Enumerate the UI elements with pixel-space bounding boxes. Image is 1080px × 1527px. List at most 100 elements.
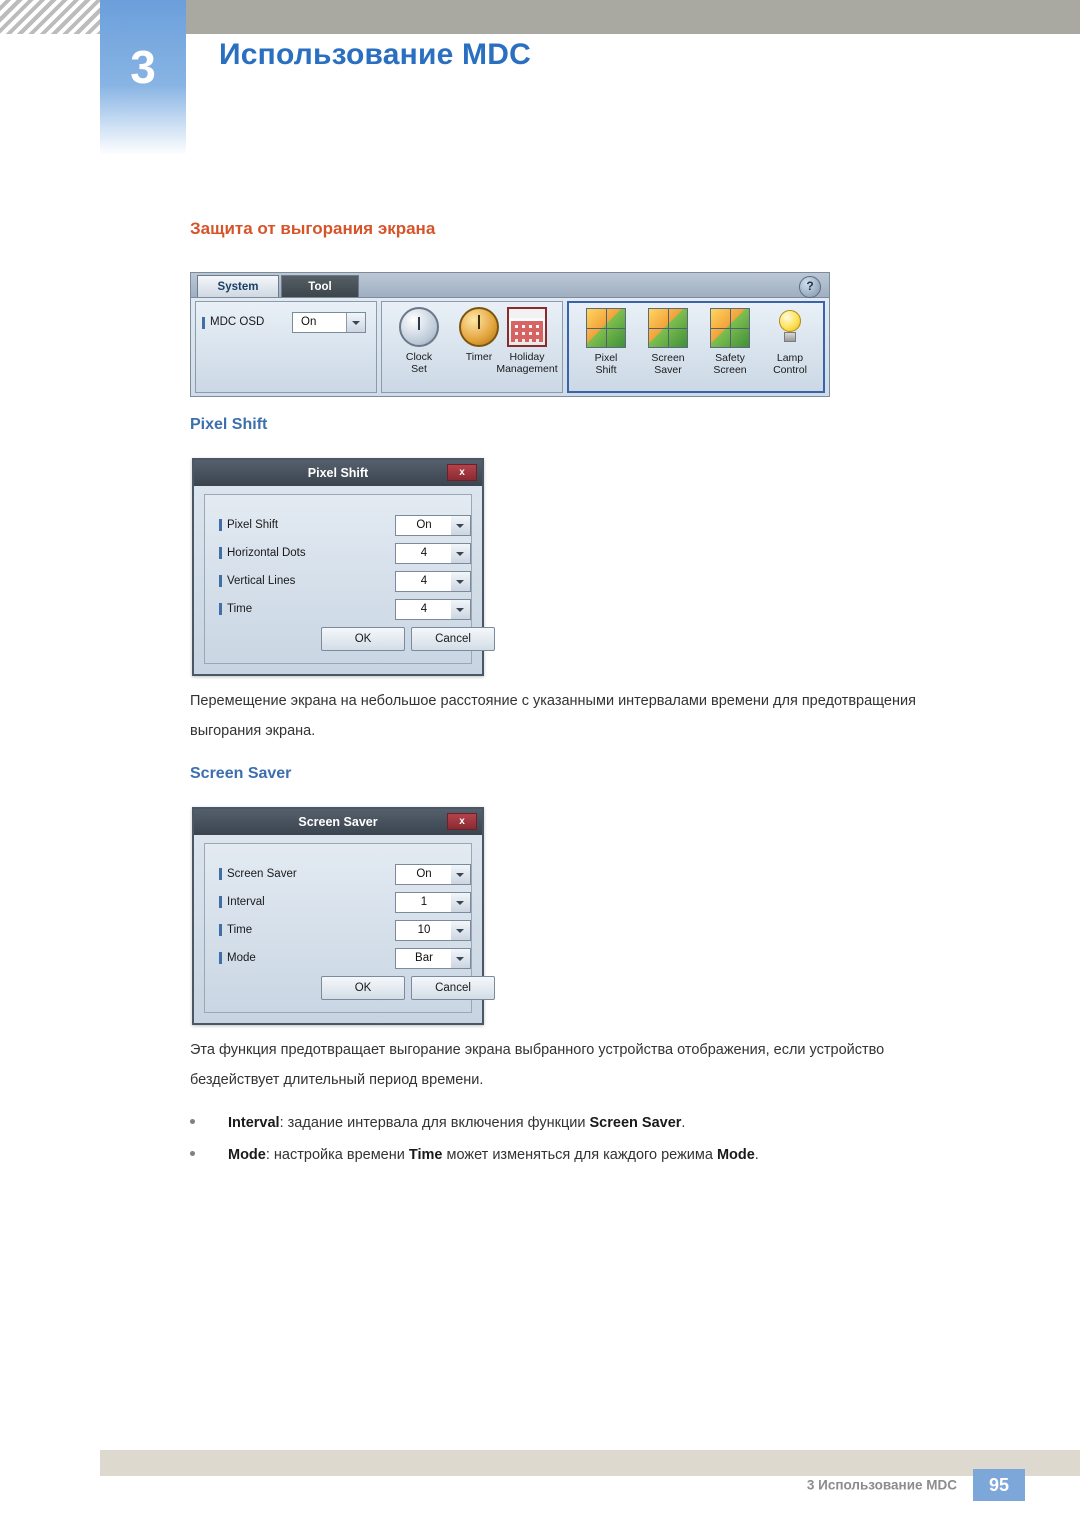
pixel-shift-ok-button[interactable]: OK: [321, 627, 405, 651]
row-screen-saver-value: On: [396, 865, 453, 884]
pixel-shift-dialog-title: Pixel Shift: [194, 460, 482, 486]
tool-lamp-control-line2: Control: [773, 364, 807, 376]
chevron-down-icon: [451, 893, 470, 912]
screen-saver-cancel-button[interactable]: Cancel: [411, 976, 495, 1000]
row-horizontal-dots-label: Horizontal Dots: [219, 543, 306, 563]
mdc-tab-strip: System Tool ?: [191, 273, 829, 298]
row-vertical-lines-value: 4: [396, 572, 453, 591]
row-mode: Mode Bar: [219, 948, 471, 970]
row-pixel-shift-select[interactable]: On: [395, 515, 471, 536]
tool-clock-set-line2: Set: [411, 363, 427, 375]
close-icon[interactable]: x: [447, 464, 477, 481]
row-time: Time 4: [218, 599, 471, 621]
footer-rule: [100, 1450, 1080, 1476]
screen-saver-icon: [648, 308, 688, 348]
row-interval-value: 1: [396, 893, 453, 912]
tab-tool[interactable]: Tool: [281, 275, 359, 297]
row-horizontal-dots-value: 4: [396, 544, 453, 563]
screen-saver-ok-button[interactable]: OK: [321, 976, 405, 1000]
screen-saver-dialog-title: Screen Saver: [194, 809, 482, 835]
mdc-osd-select[interactable]: On: [292, 312, 366, 333]
tool-pixel-shift-line2: Shift: [595, 364, 617, 376]
tool-holiday-line1: Holiday: [509, 351, 545, 363]
row-horizontal-dots-select[interactable]: 4: [395, 543, 471, 564]
pixel-shift-dialog-body: Pixel Shift On Horizontal Dots 4 Vertica…: [204, 494, 495, 664]
mdc-osd-label: MDC OSD: [201, 316, 265, 329]
pixel-shift-heading: Pixel Shift: [190, 416, 268, 433]
tool-clock-set-line1: Clock: [405, 351, 433, 363]
row-saver-time: Time 10: [218, 920, 471, 942]
row-vertical-lines: Vertical Lines 4: [218, 571, 471, 593]
tool-safety-screen[interactable]: Safety Screen: [699, 308, 761, 376]
row-screen-saver: Screen Saver On: [219, 864, 471, 886]
tool-holiday-line2: Management: [496, 363, 558, 375]
bullet-interval: Interval: задание интервала для включени…: [190, 1112, 970, 1134]
section-title: Защита от выгорания экрана: [190, 219, 436, 238]
holiday-icon: [507, 307, 547, 347]
row-saver-time-label: Time: [218, 920, 252, 940]
row-saver-time-value: 10: [396, 921, 453, 940]
pixel-shift-cancel-button[interactable]: Cancel: [411, 627, 495, 651]
chevron-down-icon: [451, 921, 470, 940]
row-interval: Interval 1: [219, 892, 471, 914]
chevron-down-icon: [451, 544, 470, 563]
row-screen-saver-label: Screen Saver: [219, 864, 297, 884]
footer-text: 3 Использование MDC: [806, 1477, 957, 1493]
row-pixel-shift-value: On: [396, 516, 453, 535]
row-horizontal-dots: Horizontal Dots 4: [219, 543, 471, 565]
bullet-icon: [190, 1119, 195, 1124]
row-pixel-shift-label: Pixel Shift: [218, 515, 278, 535]
tool-lamp-control-line1: Lamp: [776, 352, 804, 364]
row-vertical-lines-label: Vertical Lines: [218, 571, 295, 591]
page-header: 3 Использование MDC: [0, 0, 1080, 155]
row-saver-time-select[interactable]: 10: [395, 920, 471, 941]
mdc-tool-group-schedule: Clock Set Timer Holiday Management: [381, 301, 563, 393]
tool-screen-saver-line2: Saver: [654, 364, 682, 376]
tool-clock-set[interactable]: Clock Set: [388, 307, 450, 375]
pixel-shift-icon: [586, 308, 626, 348]
row-screen-saver-select[interactable]: On: [395, 864, 471, 885]
lamp-control-icon: [770, 308, 810, 348]
tool-pixel-shift-line1: Pixel: [594, 352, 618, 364]
mdc-osd-group: MDC OSD On: [195, 301, 377, 393]
row-vertical-lines-select[interactable]: 4: [395, 571, 471, 592]
screen-saver-dialog: Screen Saver x Screen Saver On Interval …: [192, 807, 495, 1025]
clock-icon: [399, 307, 439, 347]
chevron-down-icon: [451, 600, 470, 619]
mdc-toolbar-screenshot: System Tool ? MDC OSD On Clock Set Timer…: [190, 272, 830, 397]
pixel-shift-paragraph: Перемещение экрана на небольшое расстоян…: [190, 693, 916, 739]
chevron-down-icon: [451, 865, 470, 884]
chevron-down-icon: [346, 313, 365, 332]
bullet-icon: [190, 1151, 195, 1156]
bullet-mode: Mode: настройка времени Time может измен…: [190, 1144, 970, 1166]
row-mode-select[interactable]: Bar: [395, 948, 471, 969]
row-interval-label: Interval: [219, 892, 265, 912]
row-interval-select[interactable]: 1: [395, 892, 471, 913]
tool-safety-screen-line1: Safety: [715, 352, 745, 364]
bullet-interval-text: Interval: задание интервала для включени…: [228, 1115, 686, 1131]
tab-system[interactable]: System: [197, 275, 279, 297]
safety-screen-icon: [710, 308, 750, 348]
help-icon[interactable]: ?: [799, 276, 821, 298]
mdc-tool-group-screen-burn: Pixel Shift Screen Saver Safety Screen L…: [567, 301, 825, 393]
mdc-osd-value: On: [301, 316, 317, 328]
header-top-bar: [100, 0, 1080, 34]
row-pixel-shift: Pixel Shift On: [218, 515, 471, 537]
chevron-down-icon: [451, 949, 470, 968]
tool-holiday-management[interactable]: Holiday Management: [494, 307, 560, 375]
screen-saver-dialog-body: Screen Saver On Interval 1 Time 10 Mode …: [204, 843, 495, 1013]
tool-pixel-shift[interactable]: Pixel Shift: [575, 308, 637, 376]
row-mode-label: Mode: [219, 948, 256, 968]
tool-safety-screen-line2: Screen: [713, 364, 747, 376]
row-time-value: 4: [396, 600, 453, 619]
screen-saver-paragraph: Эта функция предотвращает выгорание экра…: [190, 1042, 885, 1088]
row-time-label: Time: [218, 599, 252, 619]
close-icon[interactable]: x: [447, 813, 477, 830]
timer-icon: [459, 307, 499, 347]
tool-screen-saver[interactable]: Screen Saver: [637, 308, 699, 376]
pixel-shift-dialog: Pixel Shift x Pixel Shift On Horizontal …: [192, 458, 495, 676]
tool-lamp-control[interactable]: Lamp Control: [759, 308, 821, 376]
row-mode-value: Bar: [396, 949, 453, 968]
footer-page-number: 95: [973, 1469, 1025, 1501]
row-time-select[interactable]: 4: [395, 599, 471, 620]
